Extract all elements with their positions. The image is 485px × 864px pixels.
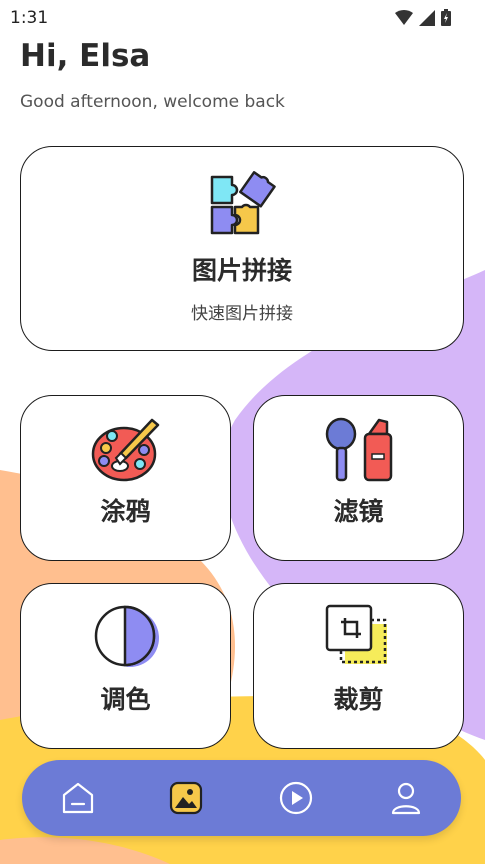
palette-icon <box>91 418 159 482</box>
color-card[interactable]: 调色 <box>20 583 231 749</box>
wifi-icon <box>395 9 413 25</box>
crop-title: 裁剪 <box>333 685 384 714</box>
puzzle-icon <box>210 171 276 235</box>
signal-icon <box>419 9 435 26</box>
status-icons <box>395 9 451 26</box>
filter-card[interactable]: 滤镜 <box>253 395 464 561</box>
filter-tools-icon <box>325 417 392 482</box>
bottom-navigation <box>22 760 461 836</box>
status-bar: 1:31 <box>0 0 485 36</box>
greeting-title: Hi, Elsa <box>20 38 151 74</box>
play-icon <box>279 781 313 815</box>
collage-card[interactable]: 图片拼接 快速图片拼接 <box>20 146 464 351</box>
half-circle-icon <box>94 605 159 667</box>
nav-home[interactable] <box>58 778 98 818</box>
nav-gallery[interactable] <box>166 778 206 818</box>
nav-play[interactable] <box>276 778 316 818</box>
collage-title: 图片拼接 <box>191 256 292 285</box>
doodle-title: 涂鸦 <box>100 497 151 526</box>
crop-card[interactable]: 裁剪 <box>253 583 464 749</box>
crop-icon <box>325 604 387 664</box>
color-title: 调色 <box>100 685 151 714</box>
battery-icon <box>441 9 451 26</box>
home-icon <box>62 782 94 814</box>
gallery-icon <box>169 781 203 815</box>
doodle-card[interactable]: 涂鸦 <box>20 395 231 561</box>
status-time: 1:31 <box>10 8 49 28</box>
collage-subtitle: 快速图片拼接 <box>191 304 293 324</box>
profile-icon <box>391 782 421 815</box>
nav-profile[interactable] <box>386 778 426 818</box>
filter-title: 滤镜 <box>333 497 384 526</box>
greeting-subtitle: Good afternoon, welcome back <box>20 92 285 112</box>
